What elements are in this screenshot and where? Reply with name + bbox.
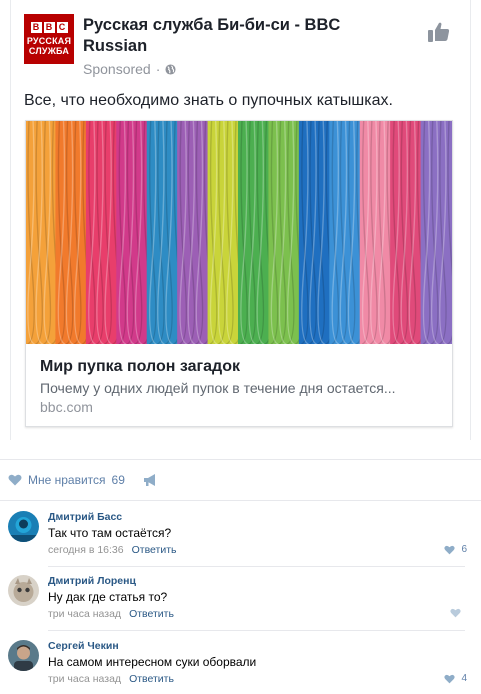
- comment-author[interactable]: Сергей Чекин: [48, 640, 119, 653]
- comment-text: Ну дак где статья то?: [48, 590, 168, 604]
- yarn-skein: [359, 121, 395, 344]
- yarn-skein: [298, 121, 334, 344]
- bbc-letter: C: [56, 22, 68, 33]
- heart-icon[interactable]: [8, 474, 22, 486]
- link-card[interactable]: Мир пупка полон загадок Почему у одних л…: [25, 120, 453, 427]
- reply-link[interactable]: Ответить: [132, 544, 177, 556]
- heart-icon: [444, 545, 456, 554]
- bbc-letter: B: [43, 22, 55, 33]
- logo-line: РУССКАЯ: [26, 36, 72, 46]
- yarn-skein: [116, 121, 151, 344]
- bbc-letter: B: [30, 22, 42, 33]
- post-text: Все, что необходимо знать о пупочных кат…: [24, 92, 393, 109]
- bbc-blocks: B B C: [30, 22, 68, 33]
- like-count: 69: [111, 473, 125, 487]
- comment-time[interactable]: сегодня в 16:36: [48, 544, 124, 556]
- comment-text: На самом интересном суки оборвали: [48, 655, 257, 669]
- link-description: Почему у одних людей пупок в течение дня…: [40, 380, 396, 396]
- comment-author[interactable]: Дмитрий Лоренц: [48, 575, 136, 588]
- comment-time[interactable]: три часа назад: [48, 673, 121, 685]
- yarn-skein: [55, 121, 90, 344]
- like-bar: Мне нравится 69: [8, 471, 159, 489]
- sponsored-line: Sponsored ·: [83, 61, 176, 77]
- yarn-skein: [26, 121, 60, 344]
- comment: Дмитрий Басс Так что там остаётся? сегод…: [0, 511, 481, 573]
- yarn-skein: [390, 121, 425, 344]
- like-icon[interactable]: [427, 20, 451, 44]
- comment-meta: три часа назад Ответить: [48, 673, 174, 686]
- bbc-logo[interactable]: B B C РУССКАЯ СЛУЖБА: [24, 14, 74, 64]
- divider: [0, 500, 481, 501]
- yarn-image[interactable]: [26, 121, 452, 344]
- sponsored-post: B B C РУССКАЯ СЛУЖБА Русская служба Би-б…: [10, 0, 471, 440]
- comment-author[interactable]: Дмитрий Басс: [48, 511, 122, 524]
- yarn-skein: [207, 121, 242, 344]
- comment: Дмитрий Лоренц Ну дак где статья то? три…: [0, 575, 481, 637]
- comment-like[interactable]: [450, 608, 467, 618]
- link-domain: bbc.com: [40, 399, 93, 415]
- comment-like[interactable]: 6: [444, 544, 467, 555]
- yarn-skein: [85, 121, 121, 344]
- heart-icon: [444, 674, 456, 683]
- globe-icon: [165, 63, 176, 75]
- sponsored-label[interactable]: Sponsored: [83, 61, 151, 77]
- avatar[interactable]: [8, 575, 39, 606]
- yarn-skein: [146, 121, 182, 344]
- divider: [48, 630, 465, 631]
- heart-icon: [450, 608, 461, 618]
- comment-like-count: 4: [461, 673, 467, 684]
- comment-like-count: 6: [461, 544, 467, 555]
- share-megaphone-icon[interactable]: [143, 473, 159, 487]
- yarn-skein: [238, 121, 273, 344]
- avatar[interactable]: [8, 640, 39, 671]
- comment-time[interactable]: три часа назад: [48, 608, 121, 620]
- page-name[interactable]: Русская служба Би-би-си - BBC Russian: [83, 15, 383, 57]
- logo-line: СЛУЖБА: [28, 46, 70, 56]
- avatar[interactable]: [8, 511, 39, 542]
- reply-link[interactable]: Ответить: [129, 608, 174, 620]
- divider: [0, 459, 481, 460]
- reply-link[interactable]: Ответить: [129, 673, 174, 685]
- divider: [48, 566, 465, 567]
- link-title[interactable]: Мир пупка полон загадок: [40, 358, 240, 376]
- yarn-skein: [268, 121, 303, 344]
- comment-meta: сегодня в 16:36 Ответить: [48, 544, 177, 557]
- post-header: B B C РУССКАЯ СЛУЖБА Русская служба Би-б…: [24, 14, 457, 80]
- comment-text: Так что там остаётся?: [48, 526, 172, 540]
- yarn-skein: [329, 121, 364, 344]
- like-label[interactable]: Мне нравится: [28, 473, 106, 487]
- yarn-skein: [420, 121, 452, 344]
- yarn-skein: [177, 121, 212, 344]
- comment-like[interactable]: 4: [444, 673, 467, 684]
- comment-meta: три часа назад Ответить: [48, 608, 174, 621]
- comment: Сергей Чекин На самом интересном суки об…: [0, 640, 481, 694]
- sponsored-separator: ·: [155, 61, 161, 77]
